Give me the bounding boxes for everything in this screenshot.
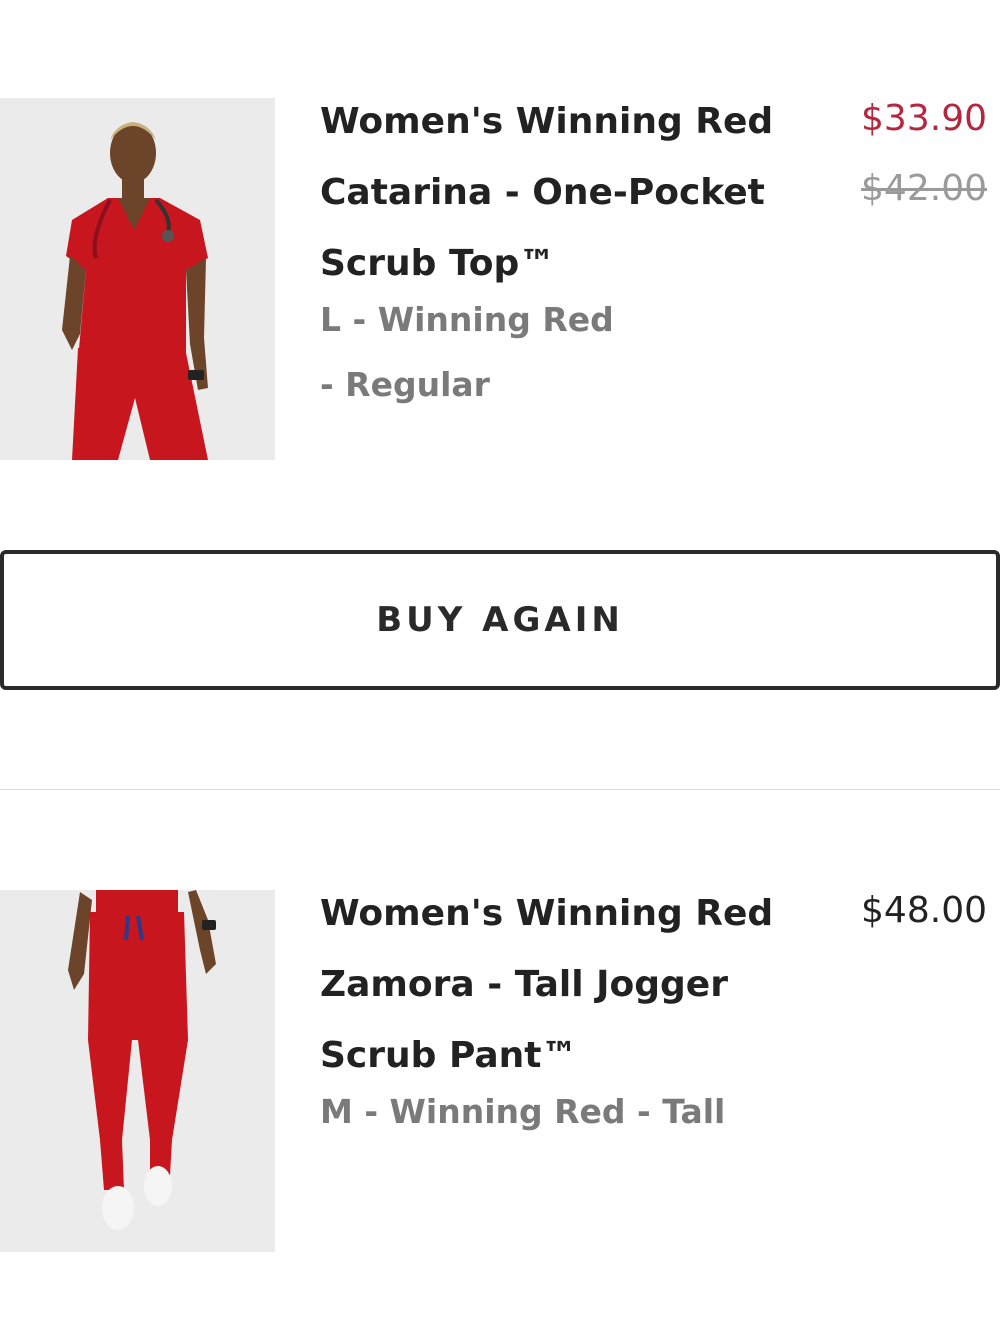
jogger-pant-photo-icon [0, 890, 275, 1252]
item-price: $48.00 [861, 890, 987, 931]
product-variant: M - Winning Red - Tall [320, 1079, 725, 1144]
buy-again-button[interactable]: BUY AGAIN [0, 550, 1000, 690]
product-title-line: Women's Winning Red [320, 893, 774, 934]
product-title[interactable]: Women's Winning Red Catarina - One-Pocke… [320, 86, 810, 299]
variant-line: - Regular [320, 365, 490, 404]
product-image-scrub-top[interactable] [0, 98, 275, 460]
product-title-line: Catarina - One-Pocket [320, 172, 765, 213]
product-variant: L - Winning Red - Regular [320, 287, 614, 417]
sale-price: $33.90 [861, 98, 987, 139]
product-title-line: Women's Winning Red [320, 101, 774, 142]
order-details-page: Women's Winning Red Catarina - One-Pocke… [0, 0, 1000, 1333]
product-title-line: Zamora - Tall Jogger [320, 964, 728, 1005]
original-price: $42.00 [861, 168, 987, 209]
product-image-jogger-pant[interactable] [0, 890, 275, 1252]
variant-line: L - Winning Red [320, 300, 614, 339]
product-title[interactable]: Women's Winning Red Zamora - Tall Jogger… [320, 878, 810, 1091]
variant-line: M - Winning Red - Tall [320, 1092, 726, 1131]
scrub-top-photo-icon [0, 98, 275, 460]
divider [0, 789, 1000, 790]
